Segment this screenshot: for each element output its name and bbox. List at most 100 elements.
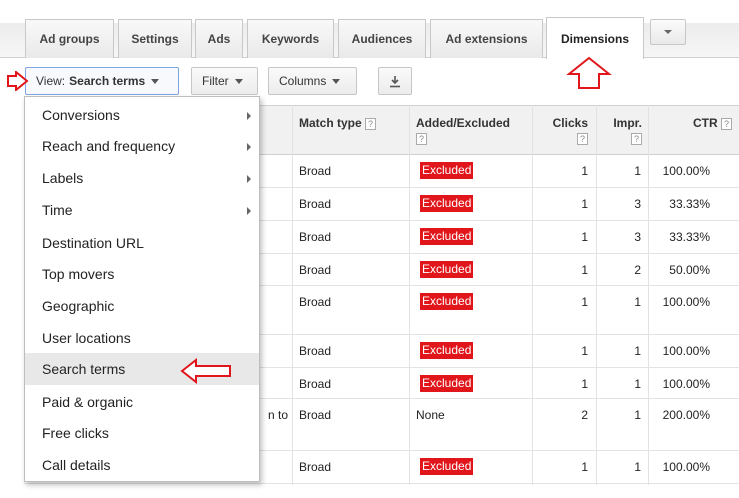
clicks-cell: 1: [581, 230, 588, 244]
menu-item-geographic[interactable]: Geographic: [25, 290, 259, 322]
menu-item-time[interactable]: Time: [25, 194, 259, 226]
header-added-excluded-label: Added/Excluded: [416, 116, 511, 130]
help-icon[interactable]: ?: [577, 133, 588, 146]
status-badge: Excluded: [420, 195, 474, 212]
header-match-type[interactable]: Match type ?: [299, 116, 377, 130]
match-type-cell: Broad: [299, 197, 332, 211]
tab-ads[interactable]: Ads: [195, 19, 243, 58]
header-added-excluded[interactable]: Added/Excluded ?: [416, 116, 511, 146]
menu-item-conversions[interactable]: Conversions: [25, 99, 259, 131]
impr-cell: 1: [634, 460, 641, 474]
impr-cell: 3: [634, 230, 641, 244]
status-badge: Excluded: [420, 293, 474, 310]
search-term-cell: n to: [268, 408, 289, 422]
menu-item-reach-and-frequency[interactable]: Reach and frequency: [25, 130, 259, 162]
tab-dimensions[interactable]: Dimensions: [546, 17, 644, 59]
menu-item-paid-and-organic[interactable]: Paid & organic: [25, 386, 259, 418]
tab-more-button[interactable]: [650, 19, 686, 45]
clicks-cell: 1: [581, 197, 588, 211]
menu-item-label: Destination URL: [42, 235, 144, 251]
tab-ad-groups[interactable]: Ad groups: [25, 19, 114, 58]
view-dropdown-button[interactable]: View: Search terms: [25, 67, 179, 95]
header-match-type-label: Match type: [299, 116, 362, 130]
menu-item-label: Geographic: [42, 298, 115, 314]
impr-cell: 2: [634, 263, 641, 277]
header-ctr[interactable]: CTR ?: [666, 116, 732, 130]
menu-item-destination-url[interactable]: Destination URL: [25, 227, 259, 259]
clicks-cell: 1: [581, 295, 588, 309]
tab-keywords[interactable]: Keywords: [247, 19, 334, 58]
status-text: None: [416, 408, 445, 422]
match-type-cell: Broad: [299, 263, 332, 277]
header-ctr-label: CTR: [692, 116, 718, 130]
chevron-right-icon: [247, 112, 251, 120]
match-type-cell: Broad: [299, 164, 332, 178]
clicks-cell: 1: [581, 263, 588, 277]
match-type-cell: Broad: [299, 344, 332, 358]
columns-button[interactable]: Columns: [268, 67, 357, 95]
status-badge: Excluded: [420, 228, 474, 245]
ctr-cell: 100.00%: [662, 460, 710, 474]
menu-item-top-movers[interactable]: Top movers: [25, 258, 259, 290]
tab-ad-extensions[interactable]: Ad extensions: [430, 19, 543, 58]
ctr-cell: 100.00%: [662, 164, 710, 178]
tab-settings[interactable]: Settings: [118, 19, 192, 58]
ctr-cell: 33.33%: [669, 197, 710, 211]
status-badge: Excluded: [420, 458, 474, 475]
ctr-cell: 33.33%: [669, 230, 710, 244]
match-type-cell: Broad: [299, 408, 332, 422]
header-impr[interactable]: Impr. ?: [610, 116, 642, 146]
menu-item-label: User locations: [42, 330, 131, 346]
help-icon[interactable]: ?: [365, 117, 377, 130]
match-type-cell: Broad: [299, 230, 332, 244]
menu-item-label: Time: [42, 202, 73, 218]
clicks-cell: 2: [581, 408, 588, 422]
ctr-cell: 100.00%: [662, 295, 710, 309]
chevron-right-icon: [247, 207, 251, 215]
chevron-down-icon: [664, 30, 672, 34]
match-type-cell: Broad: [299, 295, 332, 309]
menu-item-label: Call details: [42, 457, 111, 473]
clicks-cell: 1: [581, 377, 588, 391]
clicks-cell: 1: [581, 344, 588, 358]
match-type-cell: Broad: [299, 377, 332, 391]
status-badge: Excluded: [420, 162, 474, 179]
download-button[interactable]: [378, 67, 412, 95]
menu-item-free-clicks[interactable]: Free clicks: [25, 417, 259, 449]
status-badge: Excluded: [420, 375, 474, 392]
chevron-right-icon: [247, 143, 251, 151]
view-dropdown-menu: Conversions Reach and frequency Labels T…: [24, 96, 260, 482]
header-clicks-label: Clicks: [552, 116, 588, 130]
ctr-cell: 100.00%: [662, 377, 710, 391]
filter-label: Filter: [202, 74, 229, 88]
help-icon[interactable]: ?: [416, 133, 427, 146]
download-icon: [390, 75, 400, 87]
annotation-arrow-up-icon: [566, 56, 612, 89]
menu-item-label: Search terms: [42, 361, 126, 377]
help-icon[interactable]: ?: [631, 133, 642, 146]
status-badge: Excluded: [420, 342, 474, 359]
clicks-cell: 1: [581, 460, 588, 474]
impr-cell: 1: [634, 164, 641, 178]
filter-button[interactable]: Filter: [191, 67, 258, 95]
ctr-cell: 200.00%: [662, 408, 710, 422]
menu-item-label: Conversions: [42, 107, 120, 123]
menu-item-label: Reach and frequency: [42, 138, 176, 154]
menu-item-user-locations[interactable]: User locations: [25, 322, 259, 354]
menu-item-label: Paid & organic: [42, 394, 134, 410]
menu-item-call-details[interactable]: Call details: [25, 449, 259, 481]
header-clicks[interactable]: Clicks ?: [548, 116, 588, 146]
tab-bar: Ad groups Settings Ads Keywords Audience…: [0, 0, 739, 59]
chevron-down-icon: [234, 78, 243, 84]
clicks-cell: 1: [581, 164, 588, 178]
menu-item-labels[interactable]: Labels: [25, 162, 259, 194]
annotation-arrow-left-icon: [180, 358, 231, 384]
chevron-down-icon: [332, 78, 341, 84]
help-icon[interactable]: ?: [721, 117, 732, 130]
view-prefix-label: View:: [36, 74, 66, 88]
tab-audiences[interactable]: Audiences: [338, 19, 426, 58]
impr-cell: 1: [634, 377, 641, 391]
view-selected-value: Search terms: [69, 74, 146, 88]
menu-item-label: Free clicks: [42, 425, 109, 441]
menu-item-label: Top movers: [42, 266, 115, 282]
